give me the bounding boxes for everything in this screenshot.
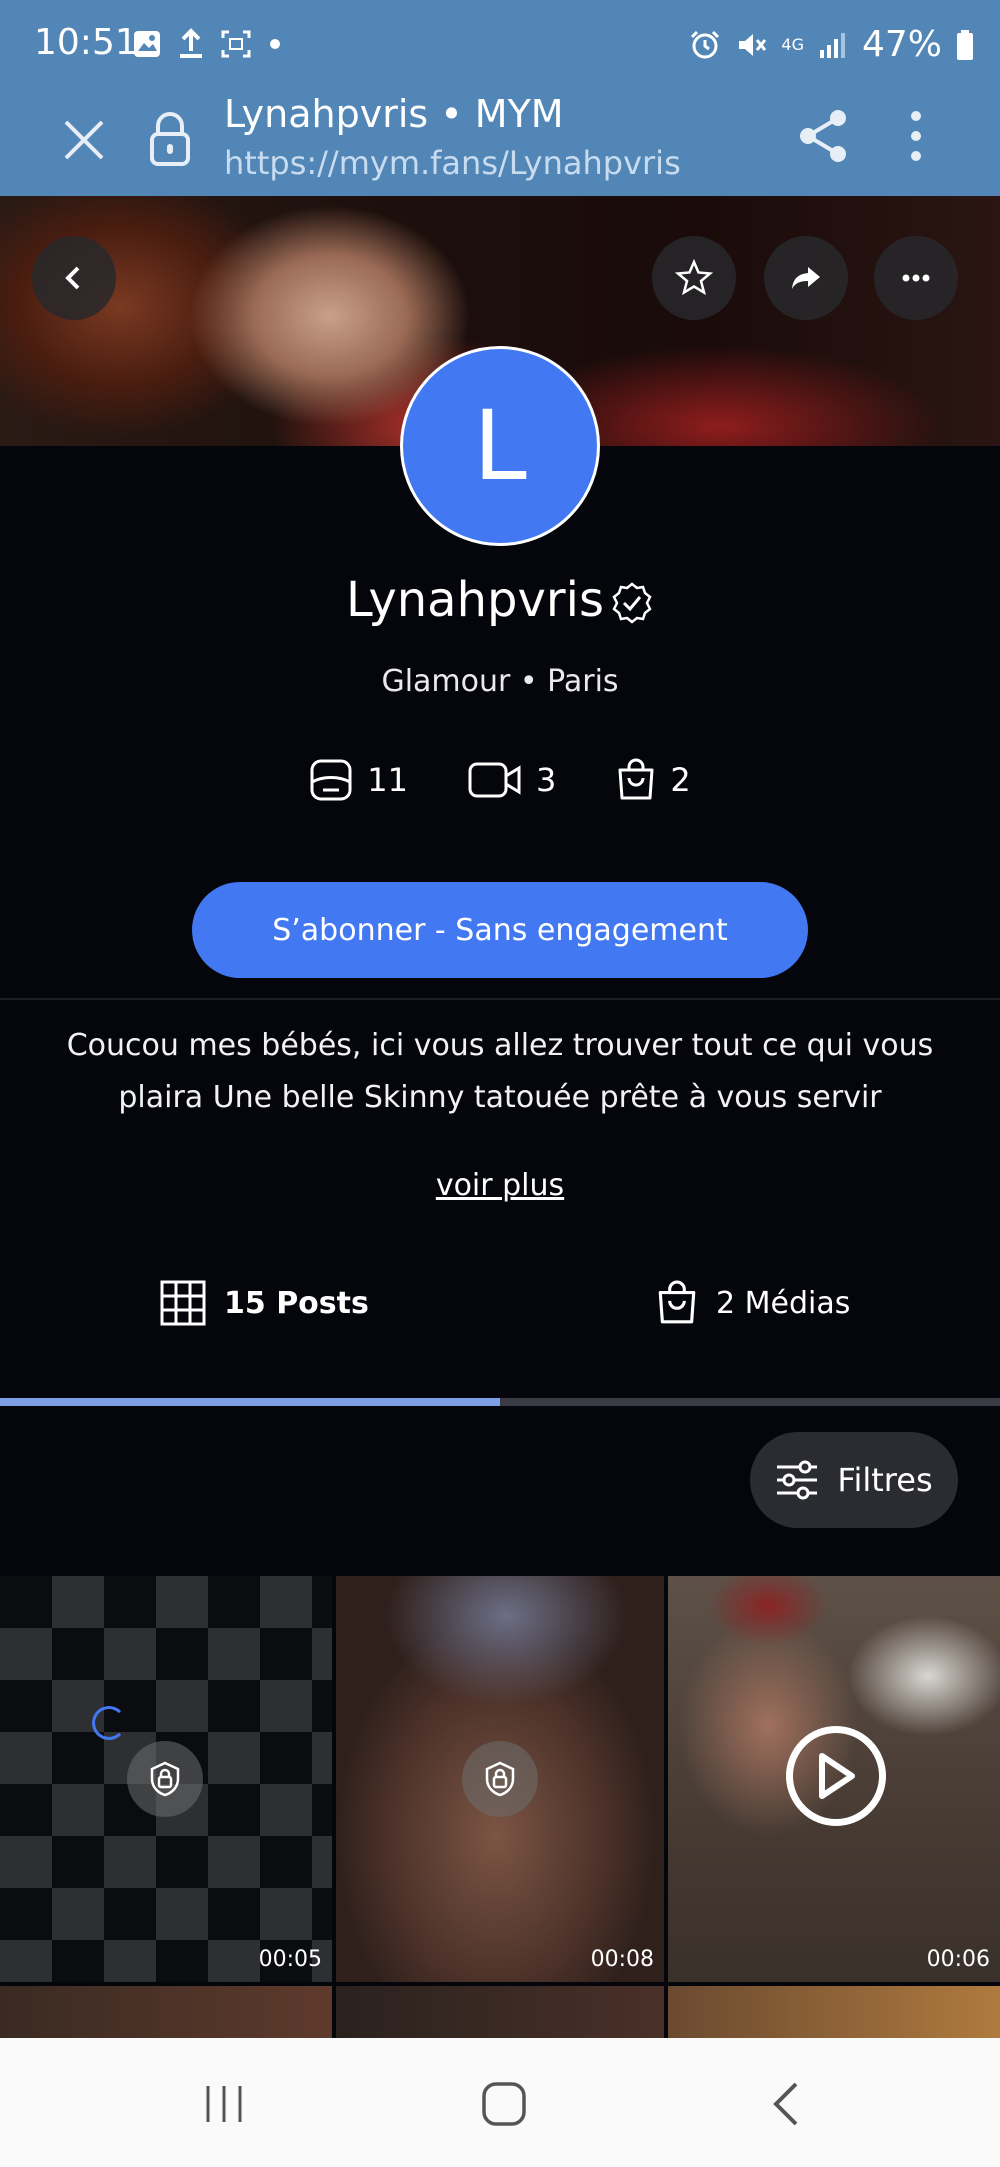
top-bar: 10:51 4G 47% Lynahpvris • MYM https://my…	[0, 0, 1000, 196]
more-horizontal-icon	[902, 274, 930, 282]
avatar[interactable]: L	[400, 346, 600, 546]
stat-videos: 3	[468, 758, 556, 802]
divider	[0, 998, 1000, 1000]
stat-photos-value: 11	[367, 761, 408, 799]
play-icon	[819, 1753, 855, 1799]
recent-apps-icon	[206, 2086, 242, 2122]
content-tabs: 15 Posts 2 Médias	[0, 1280, 1000, 1350]
lock-icon	[485, 1761, 515, 1797]
mute-icon	[739, 33, 767, 56]
network-label: 4G	[781, 34, 804, 54]
profile-subtitle: Glamour • Paris	[381, 664, 619, 699]
subscribe-button[interactable]: S’abonner - Sans engagement	[192, 882, 808, 978]
nav-back-button[interactable]	[756, 2074, 816, 2134]
loading-spinner-icon	[92, 1706, 126, 1740]
lock-icon	[150, 1761, 180, 1797]
alarm-icon	[691, 30, 720, 58]
tab-posts[interactable]: 15 Posts	[160, 1280, 369, 1326]
post-thumbnail[interactable]: 00:06	[668, 1576, 1000, 1982]
avatar-letter: L	[473, 390, 527, 502]
back-icon	[65, 266, 80, 290]
back-button[interactable]	[32, 236, 116, 320]
post-thumbnail[interactable]	[0, 1986, 332, 2038]
status-left-icons	[132, 28, 282, 60]
browser-header: Lynahpvris • MYM https://mym.fans/Lynahp…	[0, 92, 1000, 196]
battery-icon	[957, 29, 973, 60]
post-duration: 00:05	[258, 1947, 322, 1972]
tab-indicator-track	[0, 1398, 1000, 1406]
profile-stats: 11 3 2	[0, 758, 1000, 802]
more-options-button[interactable]	[874, 236, 958, 320]
post-thumbnail[interactable]: 00:08	[336, 1576, 664, 1982]
nav-back-icon	[773, 2082, 798, 2126]
post-duration: 00:08	[590, 1947, 654, 1972]
tab-posts-label: 15 Posts	[224, 1285, 369, 1321]
bag-icon	[618, 758, 654, 800]
stat-medias: 2	[616, 758, 691, 802]
profile-name-row: Lynahpvris	[0, 572, 1000, 628]
stat-medias-value: 2	[670, 761, 691, 799]
play-button[interactable]	[786, 1726, 886, 1826]
filters-label: Filtres	[837, 1461, 933, 1499]
star-icon	[675, 259, 713, 296]
post-thumbnail[interactable]	[336, 1986, 664, 2038]
image-icon	[134, 31, 160, 57]
share-arrow-icon	[792, 267, 820, 289]
tab-medias-label: 2 Médias	[716, 1285, 851, 1321]
signal-icon	[819, 32, 845, 58]
status-bar: 10:51 4G 47%	[0, 0, 1000, 92]
lock-badge	[462, 1741, 538, 1817]
favorite-button[interactable]	[652, 236, 736, 320]
filters-button[interactable]: Filtres	[750, 1432, 958, 1528]
see-more-link[interactable]: voir plus	[0, 1168, 1000, 1203]
tab-indicator	[0, 1398, 500, 1406]
tab-medias[interactable]: 2 Médias	[656, 1280, 850, 1326]
close-icon[interactable]	[56, 112, 112, 168]
screenshot-icon	[221, 30, 251, 58]
video-icon	[468, 762, 521, 798]
recent-apps-button[interactable]	[194, 2074, 254, 2134]
profile-bio: Coucou mes bébés, ici vous allez trouver…	[66, 1028, 934, 1115]
posts-grid: 00:05 00:08 00:06	[0, 1576, 1000, 2038]
stat-photos: 11	[309, 758, 408, 802]
grid-icon	[160, 1280, 206, 1326]
home-icon	[482, 2082, 526, 2126]
profile-name: Lynahpvris	[346, 572, 604, 628]
page-url[interactable]: https://mym.fans/Lynahpvris	[224, 144, 681, 182]
post-duration: 00:06	[926, 1947, 990, 1972]
lock-badge	[127, 1741, 203, 1817]
dot-icon	[270, 39, 280, 49]
upload-icon	[180, 28, 202, 58]
filter-sliders-icon	[777, 1460, 818, 1500]
system-nav-bar	[0, 2038, 1000, 2167]
share-icon[interactable]	[796, 106, 852, 166]
photo-icon	[310, 759, 352, 801]
home-button[interactable]	[474, 2074, 534, 2134]
post-thumbnail[interactable]: 00:05	[0, 1576, 332, 1982]
status-right-icons: 4G 47%	[689, 24, 974, 65]
share-profile-button[interactable]	[764, 236, 848, 320]
stat-videos-value: 3	[536, 761, 557, 799]
lock-icon[interactable]	[148, 108, 192, 168]
verified-badge-icon	[612, 582, 652, 624]
bag-icon	[658, 1280, 696, 1324]
page-title: Lynahpvris • MYM	[224, 92, 564, 136]
battery-percent: 47%	[861, 24, 942, 65]
status-time: 10:51	[34, 22, 138, 63]
more-vertical-icon[interactable]	[898, 106, 934, 166]
post-thumbnail[interactable]	[668, 1986, 1000, 2038]
